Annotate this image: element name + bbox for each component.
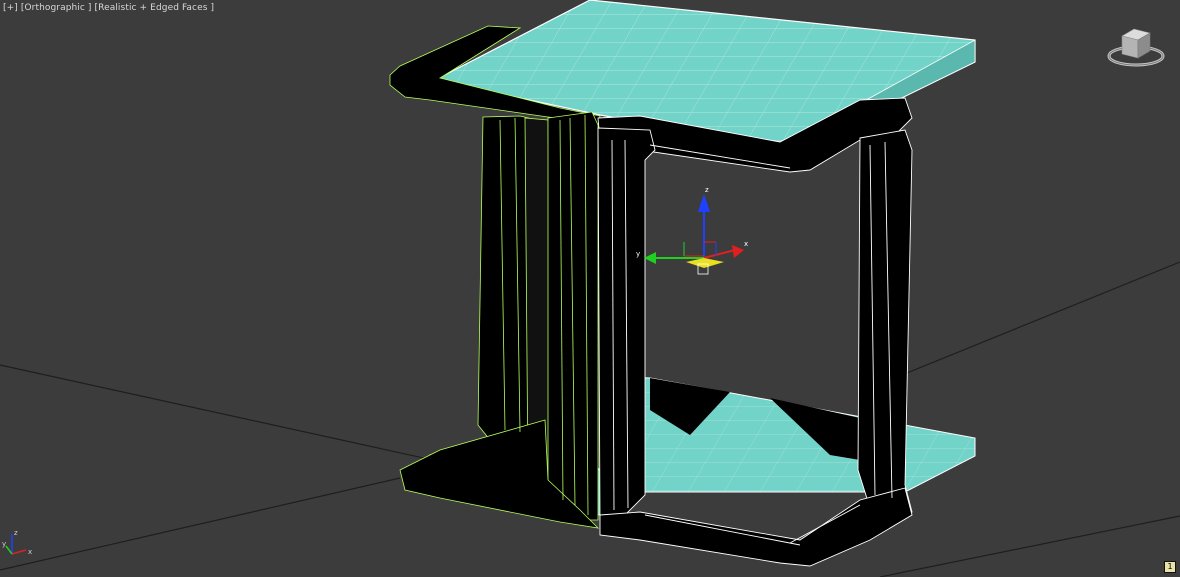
world-axis-x-label: x	[28, 548, 32, 556]
viewport-view-menu[interactable]: [Orthographic ]	[21, 3, 92, 13]
viewport-shading-menu[interactable]: [Realistic + Edged Faces ]	[95, 3, 215, 13]
scene-canvas[interactable]: z x y	[0, 0, 1180, 577]
gizmo-z-label: z	[705, 186, 709, 194]
gizmo-y-label: y	[636, 250, 640, 258]
viewport-orthographic[interactable]: z x y [+] [Orthographic ] [Realistic + E…	[0, 0, 1180, 577]
page-indicator[interactable]: 1	[1164, 561, 1176, 573]
gizmo-x-label: x	[744, 240, 748, 248]
world-axis-icon: z x y	[2, 529, 32, 556]
viewport-plus-menu[interactable]: [+]	[3, 3, 18, 13]
world-axis-z-label: z	[14, 529, 18, 537]
viewport-label: [+] [Orthographic ] [Realistic + Edged F…	[3, 3, 214, 13]
world-axis-y-label: y	[2, 540, 6, 548]
transform-gizmo-icon[interactable]: z x y	[636, 186, 748, 275]
viewcube-icon[interactable]	[1106, 24, 1166, 69]
right-frame	[597, 97, 913, 567]
